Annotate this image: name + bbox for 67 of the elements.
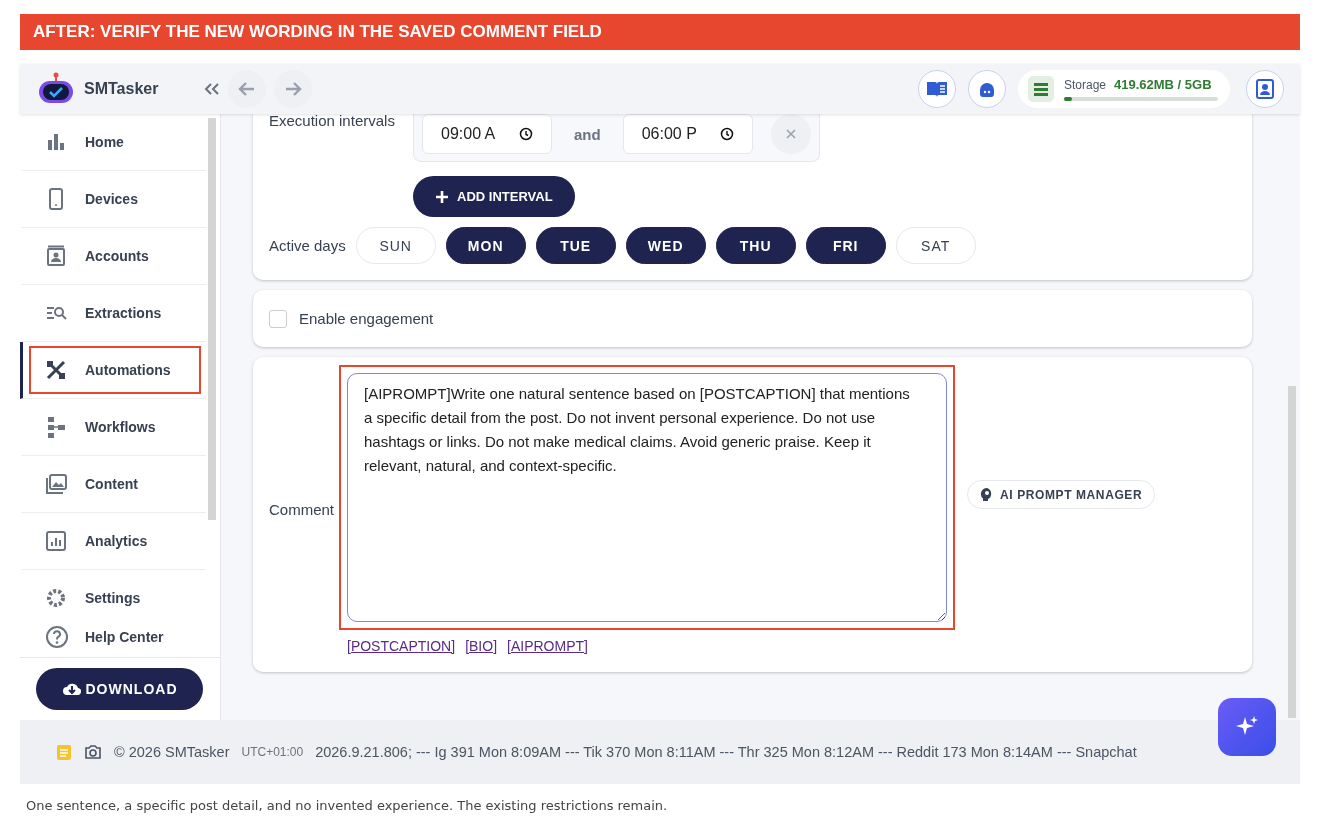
help-icon xyxy=(45,625,69,650)
storage-label: Storage xyxy=(1064,78,1107,92)
back-button[interactable] xyxy=(228,70,266,108)
robot-logo-icon xyxy=(36,72,76,106)
contact-card-icon xyxy=(1256,79,1274,99)
day-toggle[interactable]: MON xyxy=(445,227,526,264)
camera-icon[interactable] xyxy=(84,744,102,760)
day-toggle[interactable]: SAT xyxy=(895,227,976,264)
storage-value: 419.62MB / 5GB xyxy=(1114,77,1212,92)
and-label: and xyxy=(573,125,602,143)
day-toggle[interactable]: TUE xyxy=(535,227,616,264)
help-center-link[interactable]: Help Center xyxy=(20,617,220,658)
comment-label: Comment xyxy=(269,501,336,518)
sidebar-item[interactable]: Devices xyxy=(20,171,206,228)
ai-prompt-manager-button[interactable]: AI PROMPT MANAGER xyxy=(967,480,1156,509)
engagement-checkbox[interactable] xyxy=(269,309,287,328)
download-button[interactable]: DOWNLOAD xyxy=(36,668,203,710)
day-toggle[interactable]: SUN xyxy=(355,227,436,264)
token-link[interactable]: [AIPROMPT] xyxy=(507,638,588,654)
close-icon xyxy=(784,128,797,140)
token-link[interactable]: [POSTCAPTION] xyxy=(347,638,456,654)
sidebar-item[interactable]: Home xyxy=(20,114,206,171)
folder-images-icon xyxy=(45,473,67,495)
clock-icon xyxy=(519,127,533,141)
sidebar-item[interactable]: Analytics xyxy=(20,513,206,570)
sidebar-item[interactable]: Settings xyxy=(20,570,206,618)
day-toggle[interactable]: THU xyxy=(715,227,796,264)
scrollbar[interactable] xyxy=(208,118,216,520)
collapse-icon[interactable] xyxy=(204,82,220,96)
activity-log-text: 2026.9.21.806; --- Ig 391 Mon 8:09AM --- Tik 370 Mon 8:11AM --- Thr 325 Mon 8:12AM --- Reddit 173 Mon 8:14AM --- Snapchat xyxy=(315,744,1137,760)
copyright-text: © 2026 SMTasker xyxy=(114,744,230,760)
tools-icon xyxy=(45,359,67,381)
plus-icon xyxy=(435,189,449,204)
remove-interval-button[interactable] xyxy=(770,114,811,154)
contact-card-icon xyxy=(45,245,67,267)
time-field[interactable]: 06:00 P xyxy=(622,114,753,154)
comment-field[interactable]: [AIPROMPT]Write one natural sentence based on [POSTCAPTION] that mentions a specific detail from the post. Do not invent personal experience. Do not use hashtags or links. Do not make medical claims. Avoid generic praise. Keep it relevant, natural, and context-specific. xyxy=(347,373,947,622)
caption-text: One sentence, a specific post detail, and no invented experience. The existing restrictions remain. xyxy=(26,798,669,813)
chart-box-icon xyxy=(45,530,67,552)
clock-icon xyxy=(719,127,734,141)
engagement-label: Enable engagement xyxy=(299,310,434,327)
support-button[interactable] xyxy=(968,70,1006,108)
day-toggle[interactable]: FRI xyxy=(805,227,886,264)
book-icon xyxy=(926,80,948,98)
sidebar-item[interactable]: Workflows xyxy=(20,399,206,456)
sidebar-item[interactable]: Accounts xyxy=(20,228,206,285)
scrollbar[interactable] xyxy=(1288,386,1296,718)
day-toggle[interactable]: WED xyxy=(625,227,706,264)
timezone-text: UTC+01:00 xyxy=(241,745,304,759)
sidebar-item[interactable]: Content xyxy=(20,456,206,513)
add-interval-button[interactable]: ADD INTERVAL xyxy=(413,176,575,217)
storage-icon xyxy=(1028,76,1054,102)
head-icon xyxy=(980,487,994,502)
sidebar-item[interactable]: Extractions xyxy=(20,285,206,342)
guide-button[interactable] xyxy=(918,70,956,108)
banner: AFTER: VERIFY THE NEW WORDING IN THE SAVED COMMENT FIELD xyxy=(20,14,1300,50)
forward-button[interactable] xyxy=(274,70,312,108)
profile-button[interactable] xyxy=(1246,70,1284,108)
app-name: SMTasker xyxy=(84,80,159,98)
bar-chart-icon xyxy=(45,131,67,153)
clipboard-icon[interactable] xyxy=(56,743,72,761)
active-days-label: Active days xyxy=(269,237,346,254)
ai-assistant-button[interactable] xyxy=(1218,698,1276,756)
field-label: Execution intervals xyxy=(269,114,396,129)
token-link[interactable]: [BIO] xyxy=(465,638,498,654)
hierarchy-icon xyxy=(45,416,67,438)
time-field[interactable]: 09:00 A xyxy=(422,114,552,154)
